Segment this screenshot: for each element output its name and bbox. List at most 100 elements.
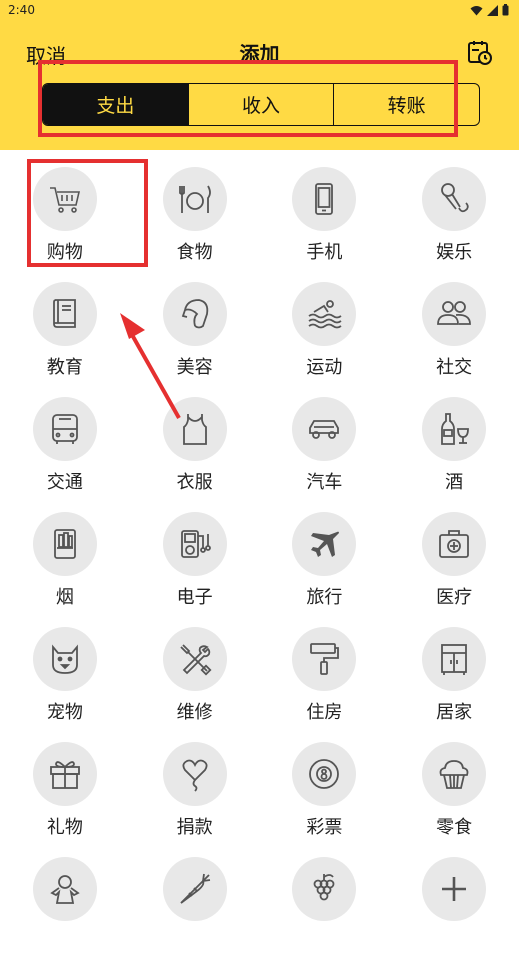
cart-icon	[49, 187, 80, 213]
category-label: 烟	[55, 587, 74, 608]
plus-icon	[442, 877, 467, 901]
lottery-ball-icon	[309, 759, 340, 789]
category-fruit[interactable]	[260, 840, 390, 955]
tab-transfer[interactable]: 转账	[334, 84, 479, 125]
wifi-icon	[470, 5, 483, 15]
category-donation[interactable]: 捐款	[130, 725, 260, 840]
category-label: 购物	[46, 242, 83, 263]
category-icon-bg	[292, 857, 357, 921]
category-icon-bg	[32, 627, 97, 691]
tab-income[interactable]: 收入	[189, 84, 335, 125]
category-label: 汽车	[306, 472, 343, 493]
wine-icon	[441, 413, 470, 445]
face-profile-icon	[181, 299, 208, 329]
microphone-icon	[441, 183, 469, 213]
category-label: 娱乐	[436, 242, 473, 263]
category-icon-bg	[32, 742, 97, 806]
category-grid: 购物 食物 手机 娱乐 教育 美容 运动 社交 交通 衣服 汽车 酒 烟 电子 …	[0, 150, 519, 955]
category-education[interactable]: 教育	[0, 265, 130, 380]
category-icon-bg	[32, 857, 97, 921]
people-icon	[437, 301, 472, 325]
category-vegetable[interactable]	[130, 840, 260, 955]
category-icon-bg	[422, 397, 487, 461]
category-transport[interactable]: 交通	[0, 380, 130, 495]
status-bar: 2:40	[0, 0, 519, 22]
airplane-icon	[311, 531, 340, 557]
category-icon-bg	[32, 282, 97, 346]
category-label: 教育	[46, 357, 83, 378]
category-label: 宠物	[46, 702, 83, 723]
category-electronics[interactable]: 电子	[130, 495, 260, 610]
category-social[interactable]: 社交	[389, 265, 519, 380]
category-label: 美容	[176, 357, 213, 378]
tab-label: 支出	[96, 95, 135, 117]
category-label: 手机	[306, 242, 343, 263]
category-pet[interactable]: 宠物	[0, 610, 130, 725]
category-beauty[interactable]: 美容	[130, 265, 260, 380]
cancel-button[interactable]: 取消	[26, 40, 66, 69]
category-label: 电子	[176, 587, 213, 608]
category-icon-bg	[162, 742, 227, 806]
category-travel[interactable]: 旅行	[260, 495, 390, 610]
category-sports[interactable]: 运动	[260, 265, 390, 380]
category-snacks[interactable]: 零食	[389, 725, 519, 840]
category-label: 旅行	[306, 587, 343, 608]
category-label: 酒	[445, 472, 464, 493]
tools-icon	[179, 644, 212, 676]
category-icon-bg	[292, 627, 357, 691]
category-icon-bg	[292, 397, 357, 461]
category-clothes[interactable]: 衣服	[130, 380, 260, 495]
category-icon-bg	[32, 397, 97, 461]
category-shopping[interactable]: 购物	[0, 150, 130, 265]
cupcake-icon	[439, 760, 469, 789]
category-housing[interactable]: 住房	[260, 610, 390, 725]
category-food[interactable]: 食物	[130, 150, 260, 265]
category-phone[interactable]: 手机	[260, 150, 390, 265]
category-gift[interactable]: 礼物	[0, 725, 130, 840]
category-doll[interactable]	[0, 840, 130, 955]
tank-top-icon	[182, 414, 207, 445]
tab-label: 收入	[242, 95, 281, 117]
plate-utensils-icon	[178, 185, 211, 213]
category-icon-bg	[422, 167, 487, 231]
category-label: 运动	[306, 357, 343, 378]
category-label: 礼物	[46, 817, 83, 838]
category-icon-bg	[162, 397, 227, 461]
doll-icon	[50, 875, 80, 904]
carrot-icon	[179, 873, 210, 904]
cigarette-pack-icon	[53, 529, 76, 559]
gift-icon	[49, 761, 80, 789]
category-icon-bg	[292, 512, 357, 576]
swimming-icon	[308, 300, 342, 329]
category-icon-bg	[32, 512, 97, 576]
category-icon-bg	[32, 167, 97, 231]
category-repair[interactable]: 维修	[130, 610, 260, 725]
car-icon	[309, 420, 340, 439]
calendar-clock-icon[interactable]	[467, 40, 493, 66]
category-medical[interactable]: 医疗	[389, 495, 519, 610]
category-icon-bg	[162, 857, 227, 921]
grapes-icon	[313, 874, 335, 901]
status-time: 2:40	[8, 3, 35, 17]
cabinet-icon	[441, 644, 468, 675]
category-icon-bg	[162, 512, 227, 576]
category-cigarettes[interactable]: 烟	[0, 495, 130, 610]
bus-icon	[51, 414, 78, 444]
category-label: 住房	[306, 702, 343, 723]
category-label: 食物	[176, 242, 213, 263]
category-add[interactable]	[389, 840, 519, 955]
category-icon-bg	[292, 742, 357, 806]
category-alcohol[interactable]: 酒	[389, 380, 519, 495]
category-lottery[interactable]: 彩票	[260, 725, 390, 840]
category-car[interactable]: 汽车	[260, 380, 390, 495]
category-icon-bg	[162, 282, 227, 346]
category-entertainment[interactable]: 娱乐	[389, 150, 519, 265]
category-home[interactable]: 居家	[389, 610, 519, 725]
battery-icon	[502, 4, 509, 16]
category-label: 捐款	[176, 817, 213, 838]
page-title: 添加	[239, 42, 280, 66]
book-icon	[52, 299, 76, 328]
tab-expense[interactable]: 支出	[43, 84, 189, 125]
music-player-icon	[180, 530, 211, 558]
category-label: 医疗	[436, 587, 473, 608]
